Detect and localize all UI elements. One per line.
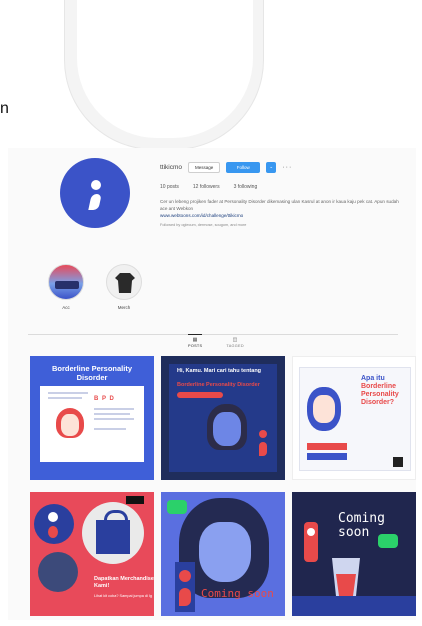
text-line [94,428,126,430]
brand-logo [393,457,403,467]
more-options-icon[interactable]: ··· [282,164,292,171]
bio-text: Cer un lebeng projiken fader at Personal… [160,199,399,211]
semicolon-icon [259,430,267,460]
bio-link[interactable]: www.webtoons.com/id/challenge/ttikicmo [160,213,243,218]
profile-page: ttikicmo Message Follow ⌄ ··· 10 posts 1… [8,148,416,620]
profile-tabs: ▦ POSTS ◫ TAGGED [188,334,244,348]
following-count[interactable]: 3 following [234,184,258,190]
post-tile-apa-itu[interactable]: Apa itu Borderline Personality Disorder? [292,356,416,480]
post-question-b: Borderline Personality Disorder? [361,383,399,406]
semicolon-icon [304,522,318,562]
juice-fill [336,574,356,596]
avatar[interactable] [60,158,130,228]
grid-icon: ▦ [192,337,198,343]
post-tag-blue [307,453,347,460]
highlight-acc-cover [48,264,84,300]
edge-text: n [0,100,9,117]
phone-mockup-top [64,0,264,150]
illustration-face [199,522,251,582]
semicolon-badge [34,504,74,544]
highlight-merch[interactable]: Merch [106,264,142,310]
posts-grid: Borderline Personality Disorder B P D Hi… [30,356,416,616]
semicolon-tail [88,194,102,210]
message-button[interactable]: Message [188,161,221,173]
semicolon-dot [91,180,101,190]
tshirt-icon [106,264,142,300]
tab-tagged[interactable]: ◫ TAGGED [226,337,244,348]
post-acronym: B P D [94,396,115,402]
highlight-label: Merch [117,305,131,310]
text-line [94,413,130,415]
new-badge [167,500,187,514]
posts-count: 10 posts [160,184,179,190]
illustration-face [313,395,335,423]
post-title: Borderline Personality Disorder [51,364,133,382]
story-highlights: Acc Merch [48,264,142,310]
brand-logo [126,496,144,504]
post-question: Apa itu Borderline Personality Disorder? [361,375,411,407]
coming-soon-text: Coming soon [338,511,385,540]
tabs-divider [28,334,398,335]
post-tile-hi-kamu[interactable]: Hi, Kamu. Mari cari tahu tentang Borderl… [161,356,285,480]
post-pill [177,392,223,398]
post-small-text: Lihat kit coba? Sampai jumpa di Ig [94,594,153,598]
post-footer [40,462,144,470]
highlight-acc[interactable]: Acc [48,264,84,310]
tab-label: TAGGED [226,344,244,348]
tag-icon: ◫ [232,337,238,343]
followed-by[interactable]: Followed by oglecum, dermose, sougom, an… [160,223,410,227]
coming-soon-text: Coming soon [201,587,274,600]
tab-label: POSTS [188,344,203,348]
table-surface [292,596,416,616]
post-tile-coming-soon-2[interactable]: Coming soon [292,492,416,616]
text-line [94,418,134,420]
text-line [48,392,88,394]
profile-header-row: ttikicmo Message Follow ⌄ ··· [160,160,410,174]
semicolon-icon [175,562,195,612]
followers-count[interactable]: 12 followers [193,184,220,190]
follow-button[interactable]: Follow [226,161,261,173]
merch-circle [38,552,78,592]
illustration-face [61,414,79,436]
username: ttikicmo [160,163,183,171]
post-title: Dapatkan Merchandise Kami! [94,576,154,589]
text-line [94,408,134,410]
post-title: Hi, Kamu. Mari cari tahu tentang [177,368,262,374]
post-question-a: Apa itu [361,375,385,382]
text-line [48,397,82,399]
post-highlight: Borderline Personality Disorder [177,382,260,388]
post-tile-merchandise[interactable]: Dapatkan Merchandise Kami! Lihat kit cob… [30,492,154,616]
tote-bag-icon [96,510,130,554]
tab-posts[interactable]: ▦ POSTS [188,334,203,348]
profile-stats: 10 posts 12 followers 3 following [160,184,410,190]
profile-bio: Cer un lebeng projiken fader at Personal… [160,198,405,219]
post-tile-bpd-intro[interactable]: Borderline Personality Disorder B P D [30,356,154,480]
post-tile-coming-soon-1[interactable]: Coming soon [161,492,285,616]
post-tag-red [307,443,347,450]
profile-info: ttikicmo Message Follow ⌄ ··· 10 posts 1… [160,160,410,227]
illustration-face [213,412,241,446]
highlight-label: Acc [62,305,70,310]
new-badge [378,534,398,548]
chevron-down-icon[interactable]: ⌄ [266,161,277,173]
phone-screen [77,0,253,138]
